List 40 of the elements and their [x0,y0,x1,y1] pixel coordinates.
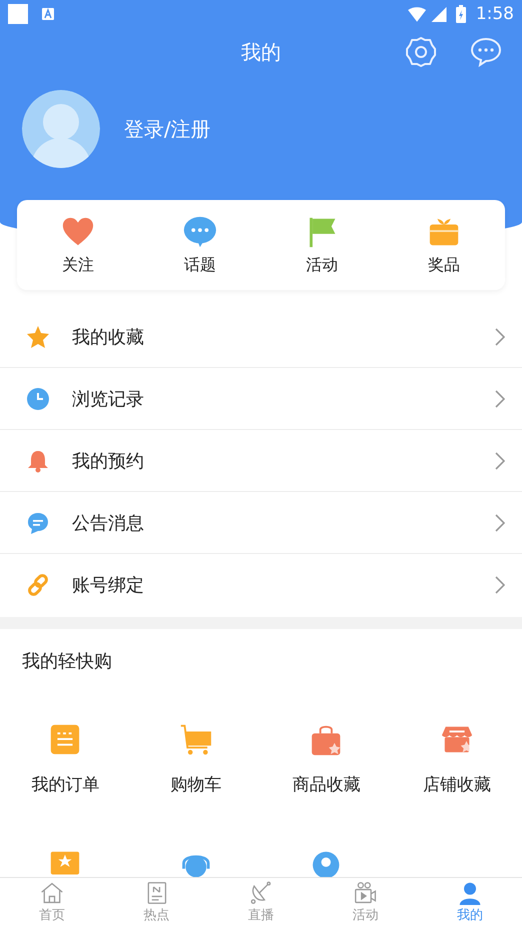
message-icon [26,510,50,534]
page-title: 我的 [241,38,281,66]
link-icon [26,572,50,596]
wifi-icon [408,6,426,22]
chevron-icon [495,576,505,594]
quick-action[interactable]: 活动 [261,200,383,290]
menu-item[interactable]: 我的预约 [0,430,522,492]
chevron-icon [495,390,505,408]
battery-icon [456,5,466,23]
section-title: 我的轻快购 [21,650,113,673]
quick-action[interactable]: 话题 [139,200,261,290]
signal-icon [430,6,448,22]
star-icon [26,324,50,348]
settings-icon[interactable] [405,36,437,68]
status-time: 1:58 [476,4,514,24]
quick-action[interactable]: 关注 [17,200,139,290]
menu-item[interactable]: 我的收藏 [0,306,522,368]
app-notification-icon [42,8,54,20]
home-icon [40,880,64,904]
dish-icon [249,880,274,904]
shop-item[interactable]: 我的订单 [0,723,130,796]
chat-icon [183,214,217,248]
menu-item[interactable]: 浏览记录 [0,368,522,430]
chevron-icon [495,452,505,470]
user-icon [458,880,482,904]
shop-item[interactable]: 商品收藏 [261,723,392,796]
avatar-icon[interactable] [22,90,100,168]
video-icon [353,880,378,904]
notification-icon [8,4,28,24]
menu-item[interactable]: 公告消息 [0,492,522,554]
bell-icon [26,448,50,472]
chevron-icon [495,328,505,346]
message-icon[interactable] [470,36,502,68]
shop-item[interactable]: 店铺收藏 [392,723,522,796]
quick-action[interactable]: 奖品 [383,200,505,290]
clock-icon [26,386,50,410]
shop-item[interactable]: 购物车 [130,723,261,796]
cart-icon [178,723,213,757]
chevron-icon [495,514,505,532]
menu-item[interactable]: 账号绑定 [0,554,522,615]
